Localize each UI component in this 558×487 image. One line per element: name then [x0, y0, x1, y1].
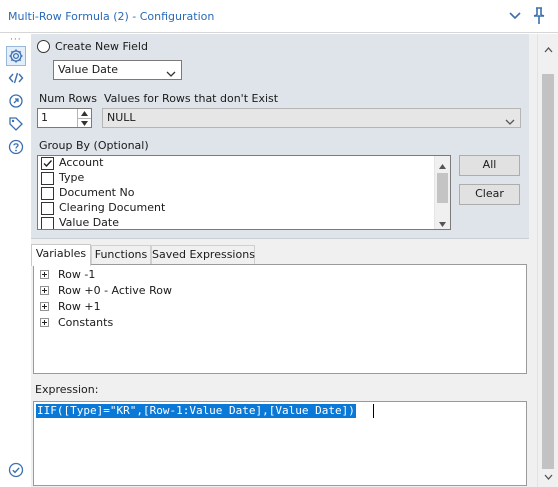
- code-icon[interactable]: [6, 68, 26, 88]
- window-scrollbar[interactable]: [537, 34, 558, 487]
- expand-icon[interactable]: [40, 286, 49, 295]
- text-cursor: [373, 404, 374, 418]
- tree-node-label: Row +0 - Active Row: [58, 284, 172, 297]
- checkbox[interactable]: [41, 172, 54, 185]
- chevron-down-icon: [505, 114, 515, 132]
- scroll-down-icon[interactable]: [439, 217, 446, 229]
- gear-icon[interactable]: [6, 46, 26, 66]
- create-new-field-radio[interactable]: [37, 40, 50, 53]
- stepper-up-icon[interactable]: [78, 109, 91, 118]
- group-by-label: Group By (Optional): [39, 139, 149, 152]
- left-toolbar: ···: [0, 34, 31, 487]
- scrollbar-thumb[interactable]: [437, 173, 448, 203]
- tab-saved-expressions[interactable]: Saved Expressions: [151, 245, 255, 265]
- tree-node-label: Constants: [58, 316, 114, 329]
- config-panel: Create New Field Value Date Num Rows 1 V…: [31, 34, 529, 239]
- tag-icon[interactable]: [6, 114, 26, 134]
- check-circle-icon[interactable]: [6, 460, 26, 480]
- chevron-down-icon[interactable]: [506, 7, 524, 25]
- new-field-value: Value Date: [58, 63, 118, 76]
- create-new-field-label: Create New Field: [55, 40, 148, 53]
- title-bar: Multi-Row Formula (2) - Configuration: [0, 0, 558, 33]
- tree-node-label: Row +1: [58, 300, 101, 313]
- new-field-dropdown[interactable]: Value Date: [53, 60, 182, 80]
- expression-text[interactable]: IIF([Type]="KR",[Row-1:Value Date],[Valu…: [36, 404, 356, 418]
- tab-functions[interactable]: Functions: [91, 245, 151, 265]
- variables-tree: Row -1 Row +0 - Active Row Row +1 Consta…: [33, 264, 527, 374]
- expand-icon[interactable]: [40, 270, 49, 279]
- group-by-list: Account Type Document No Clearing Docume…: [37, 155, 451, 230]
- scroll-down-icon[interactable]: [544, 470, 553, 483]
- num-rows-label: Num Rows: [39, 92, 98, 105]
- list-item-label: Type: [59, 171, 85, 184]
- chevron-down-icon: [166, 66, 176, 84]
- nonexist-dropdown[interactable]: NULL: [102, 108, 521, 128]
- scroll-up-icon[interactable]: [439, 159, 446, 172]
- expression-label: Expression:: [35, 383, 99, 396]
- list-item-label: Document No: [59, 186, 135, 199]
- nonexist-value: NULL: [107, 111, 136, 124]
- all-button[interactable]: All: [459, 155, 520, 176]
- stepper-down-icon[interactable]: [78, 118, 91, 127]
- help-icon[interactable]: [6, 137, 26, 157]
- window-title: Multi-Row Formula (2) - Configuration: [8, 10, 215, 23]
- list-item-label: Clearing Document: [59, 201, 166, 214]
- expand-icon[interactable]: [40, 302, 49, 311]
- stepper-buttons: [77, 109, 91, 127]
- clear-button[interactable]: Clear: [459, 184, 520, 205]
- num-rows-value: 1: [41, 111, 48, 124]
- list-item-label: Value Date: [59, 216, 119, 229]
- scroll-up-icon[interactable]: [544, 43, 553, 56]
- scrollbar-thumb[interactable]: [542, 74, 554, 469]
- expand-icon[interactable]: [40, 318, 49, 327]
- group-by-scrollbar[interactable]: [434, 156, 450, 229]
- pin-icon[interactable]: [530, 6, 548, 26]
- link-icon[interactable]: [6, 91, 26, 111]
- tab-strip: Variables Functions Saved Expressions: [31, 244, 529, 266]
- list-item-label: Account: [59, 156, 104, 169]
- more-icon[interactable]: ···: [10, 35, 22, 45]
- num-rows-stepper[interactable]: 1: [37, 108, 92, 128]
- tab-variables[interactable]: Variables: [31, 244, 91, 266]
- nonexist-label: Values for Rows that don't Exist: [104, 92, 279, 105]
- checkbox[interactable]: [41, 187, 54, 200]
- checkbox[interactable]: [41, 202, 54, 215]
- checkbox-checked[interactable]: [41, 157, 54, 170]
- config-content: Create New Field Value Date Num Rows 1 V…: [31, 34, 537, 487]
- expression-editor[interactable]: IIF([Type]="KR",[Row-1:Value Date],[Valu…: [33, 401, 527, 486]
- checkbox[interactable]: [41, 217, 54, 229]
- tree-node-label: Row -1: [58, 268, 96, 281]
